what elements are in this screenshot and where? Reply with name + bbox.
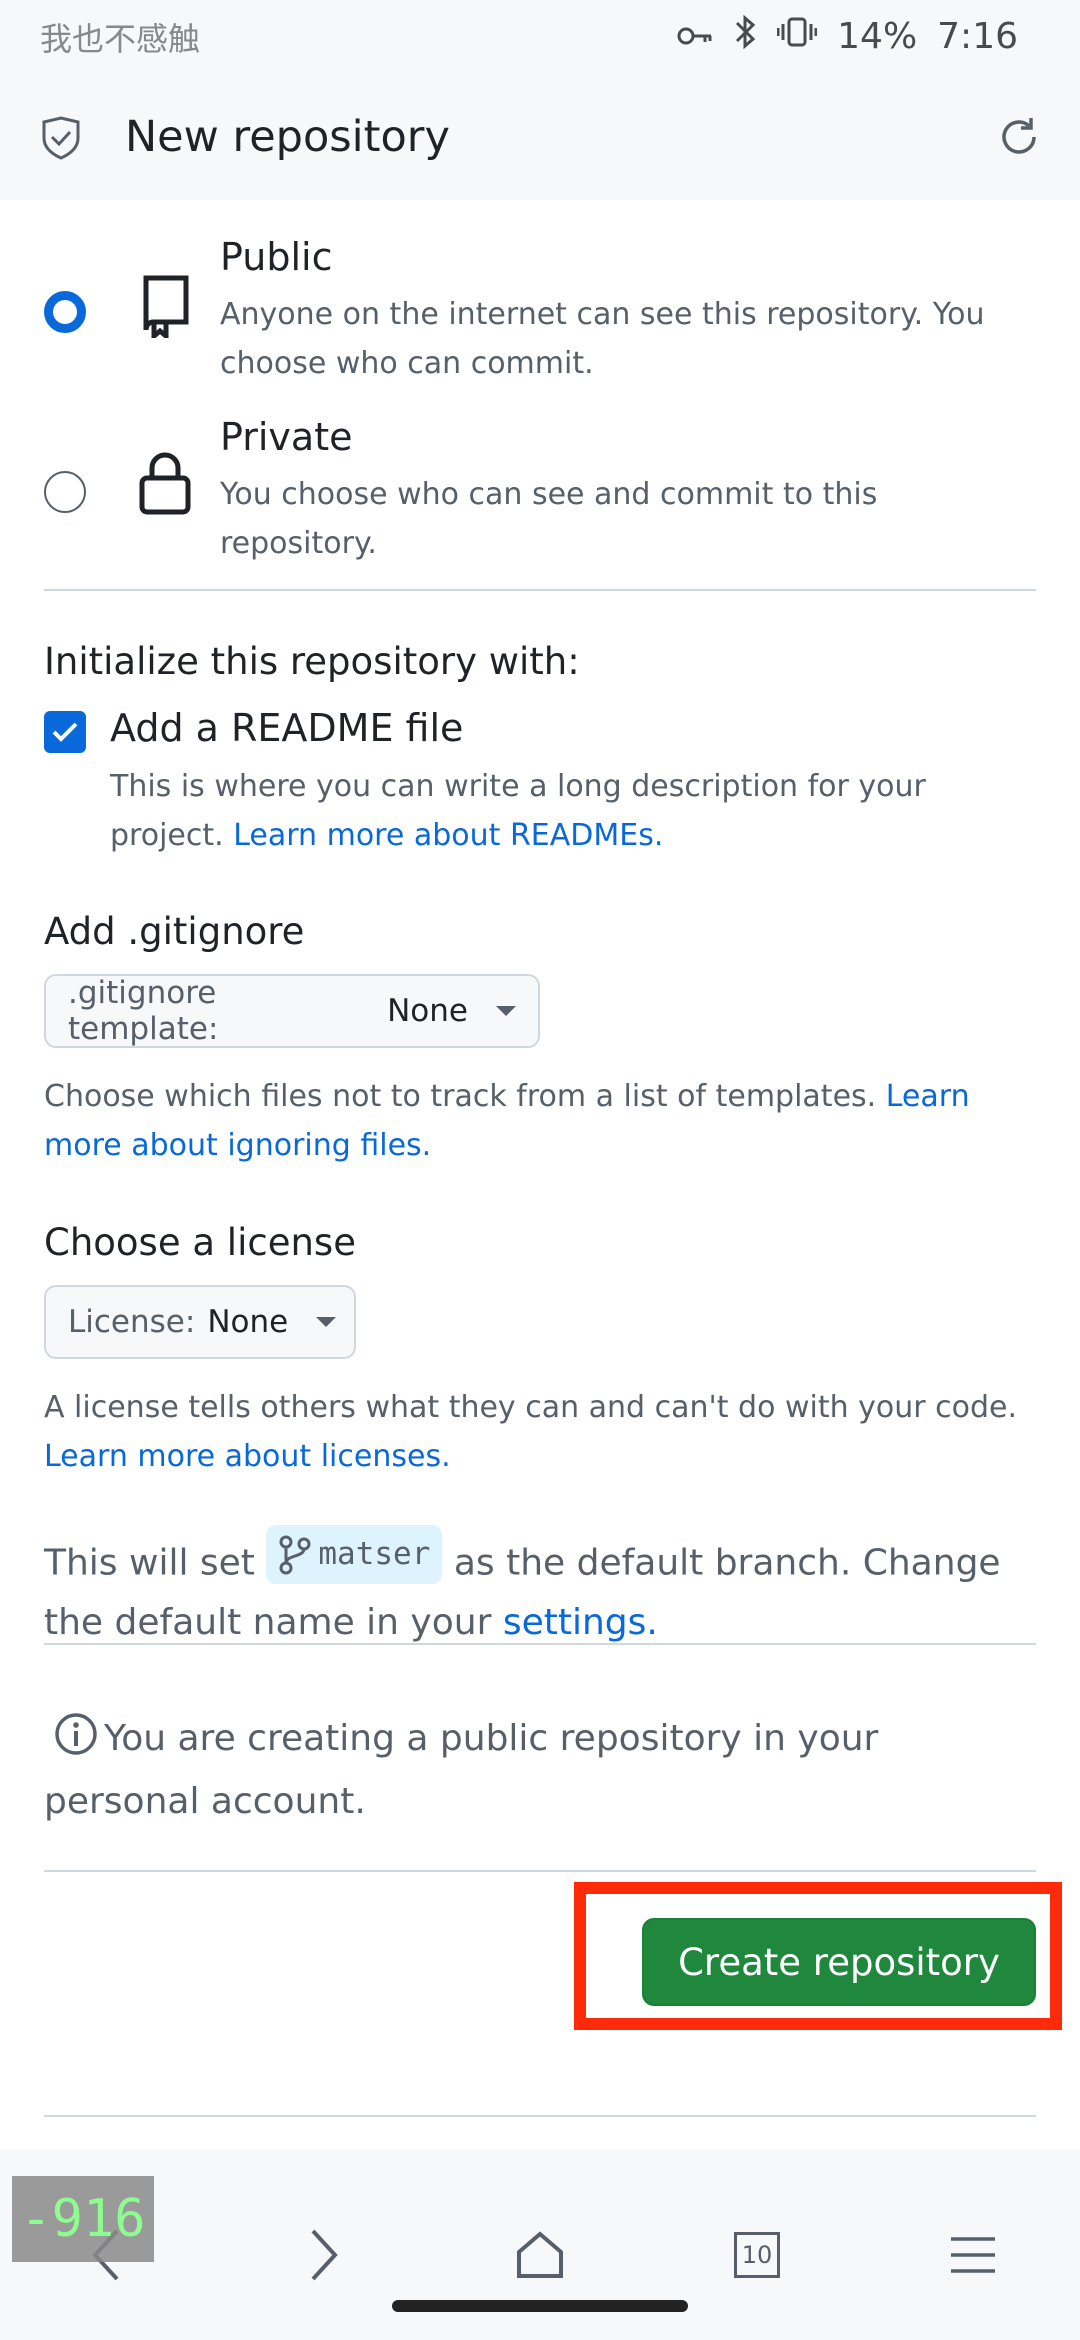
reload-icon[interactable] [996, 114, 1042, 164]
time-text: 7:16 [937, 16, 1018, 57]
private-title: Private [220, 415, 353, 459]
home-indicator [392, 2300, 688, 2312]
branch-pill: matser [266, 1525, 443, 1584]
default-branch-text: This will set matser as the default bran… [44, 1525, 1044, 1652]
git-branch-icon [279, 1535, 311, 1574]
readme-learn-more-link[interactable]: Learn more about READMEs. [233, 818, 663, 853]
caret-down-icon [316, 1317, 337, 1327]
forward-icon[interactable] [278, 2210, 368, 2300]
caret-down-icon [496, 1006, 516, 1016]
notification-text: 我也不感触 [40, 20, 201, 58]
branch-prefix: This will set [44, 1542, 255, 1584]
home-icon[interactable] [495, 2210, 585, 2300]
battery-text: 14% [837, 16, 918, 57]
gitignore-desc-text: Choose which files not to track from a l… [44, 1079, 877, 1114]
status-left: 我也不感触 [40, 14, 200, 60]
check-icon [52, 722, 78, 742]
readme-description: This is where you can write a long descr… [110, 762, 1010, 860]
page-title: New repository [125, 112, 450, 162]
divider [44, 2115, 1036, 2117]
readme-label[interactable]: Add a README file [110, 706, 463, 750]
license-learn-more-link[interactable]: Learn more about licenses. [44, 1439, 451, 1474]
license-select[interactable]: License: None [44, 1285, 356, 1359]
gitignore-description: Choose which files not to track from a l… [44, 1072, 1044, 1170]
key-icon [677, 16, 713, 57]
license-heading: Choose a license [44, 1221, 356, 1264]
lock-icon [138, 452, 192, 520]
gitignore-heading: Add .gitignore [44, 910, 305, 953]
public-radio[interactable] [44, 291, 86, 333]
gitignore-select[interactable]: .gitignore template: None [44, 974, 540, 1048]
private-description: You choose who can see and commit to thi… [220, 477, 878, 561]
private-radio[interactable] [44, 471, 86, 513]
public-description: Anyone on the internet can see this repo… [220, 297, 985, 381]
license-description: A license tells others what they can and… [44, 1383, 1044, 1481]
info-text: You are creating a public repository in … [44, 1718, 879, 1822]
vibrate-icon [776, 16, 818, 57]
menu-icon[interactable] [928, 2210, 1018, 2300]
divider [44, 1643, 1036, 1645]
tab-count: 10 [734, 2232, 780, 2278]
gitignore-select-label: .gitignore template: [68, 975, 219, 1047]
license-select-label: License: [68, 1304, 196, 1340]
divider [44, 1870, 1036, 1872]
settings-link[interactable]: settings. [503, 1602, 658, 1643]
counter-overlay: -916 [12, 2176, 154, 2262]
initialize-heading: Initialize this repository with: [44, 640, 580, 683]
tabs-button[interactable]: 10 [712, 2210, 802, 2300]
license-desc-text: A license tells others what they can and… [44, 1390, 1018, 1425]
license-select-value: None [207, 1304, 289, 1340]
info-message: You are creating a public repository in … [44, 1710, 1004, 1830]
divider [44, 589, 1036, 591]
status-icons: 14% 7:16 [677, 14, 1018, 59]
shield-check-icon[interactable] [40, 116, 82, 164]
app-bar: New repository [0, 76, 1080, 200]
bluetooth-icon [733, 14, 757, 59]
readme-checkbox[interactable] [44, 711, 86, 753]
public-title: Public [220, 235, 333, 279]
branch-name: matser [318, 1536, 431, 1572]
repo-icon [140, 272, 192, 342]
status-bar: 我也不感触 14% 7:16 [0, 0, 1080, 76]
info-icon [54, 1712, 98, 1773]
create-repository-button[interactable]: Create repository [642, 1918, 1036, 2006]
gitignore-select-value: None [387, 993, 468, 1029]
